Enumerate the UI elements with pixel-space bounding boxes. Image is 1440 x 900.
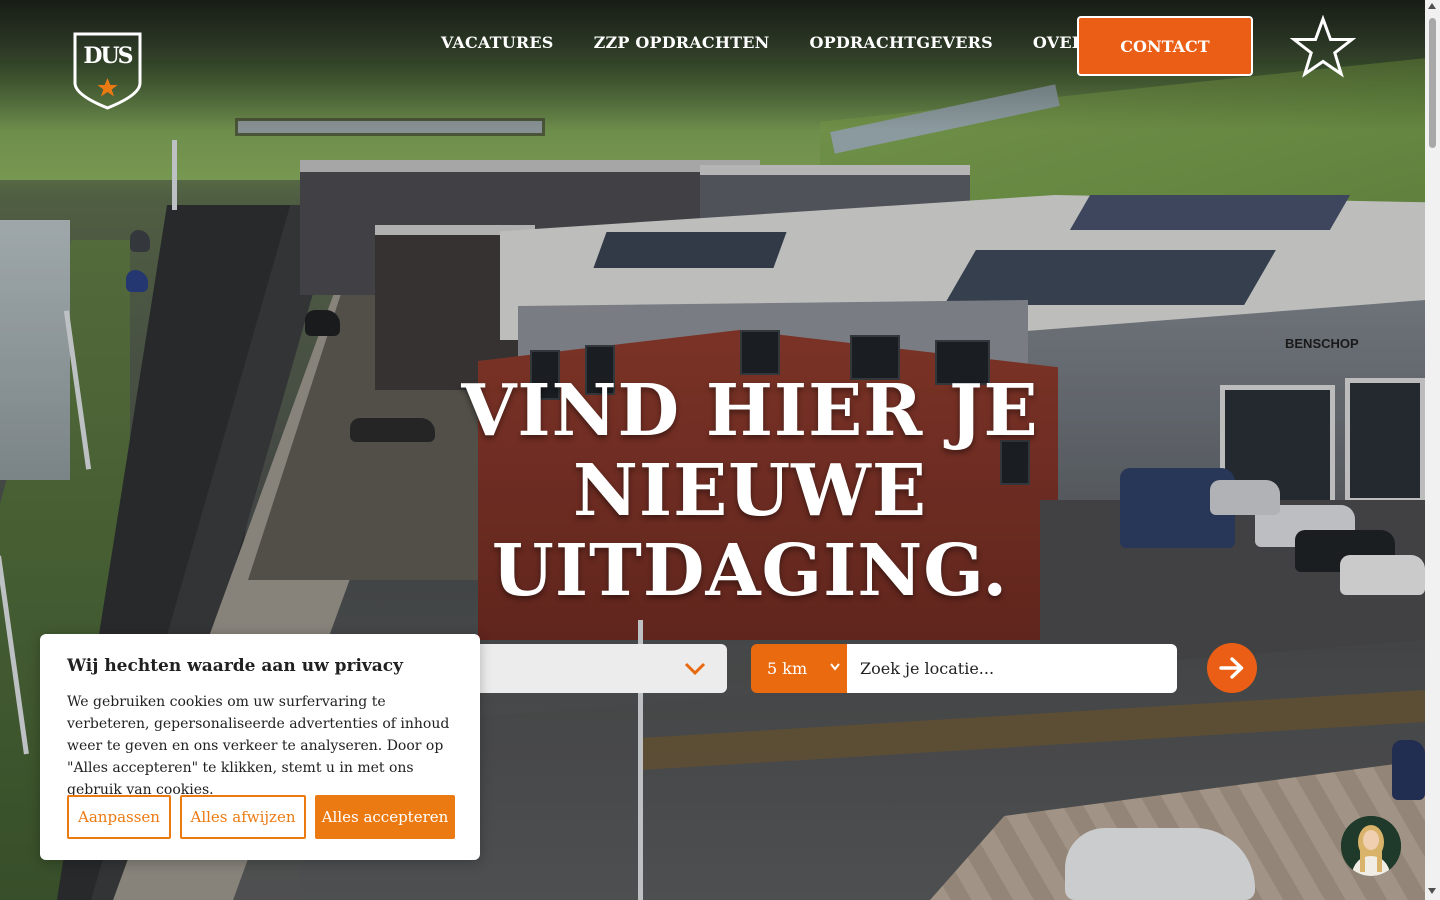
radius-select[interactable]: 5 km bbox=[751, 644, 847, 693]
arrow-right-icon bbox=[1219, 657, 1244, 679]
location-input[interactable] bbox=[847, 644, 1177, 693]
headline-line-1: VIND HIER JE bbox=[461, 368, 1039, 452]
nav-zzp-opdrachten[interactable]: ZZP OPDRACHTEN bbox=[594, 33, 770, 52]
scroll-up-arrow-icon[interactable] bbox=[1428, 3, 1436, 9]
chat-avatar-icon bbox=[1341, 816, 1401, 876]
cookie-reject-button[interactable]: Alles afwijzen bbox=[180, 795, 306, 839]
page-scrollbar[interactable] bbox=[1425, 0, 1440, 900]
dus-logo[interactable]: DUS bbox=[72, 31, 143, 110]
caret-down-icon bbox=[830, 663, 840, 671]
radius-value: 5 km bbox=[767, 659, 808, 678]
headline-line-3: UITDAGING. bbox=[491, 528, 1009, 612]
main-navigation: VACATURES ZZP OPDRACHTEN OPDRACHTGEVERS … bbox=[441, 33, 1171, 52]
cookie-title: Wij hechten waarde aan uw privacy bbox=[67, 656, 404, 676]
chat-widget-button[interactable] bbox=[1341, 816, 1401, 876]
contact-button[interactable]: CONTACT bbox=[1077, 16, 1253, 76]
cookie-customize-button[interactable]: Aanpassen bbox=[67, 795, 171, 839]
scrollbar-thumb[interactable] bbox=[1429, 18, 1436, 148]
cookie-accept-button[interactable]: Alles accepteren bbox=[315, 795, 455, 839]
favorites-button[interactable] bbox=[1289, 14, 1357, 79]
cookie-actions: Aanpassen Alles afwijzen Alles acceptere… bbox=[67, 795, 464, 839]
star-outline-icon bbox=[1289, 14, 1357, 78]
logo-text: DUS bbox=[83, 43, 132, 69]
nav-vacatures[interactable]: VACATURES bbox=[441, 33, 554, 52]
cookie-body: We gebruiken cookies om uw surfervaring … bbox=[67, 694, 450, 798]
search-submit-button[interactable] bbox=[1207, 643, 1257, 693]
nav-opdrachtgevers[interactable]: OPDRACHTGEVERS bbox=[809, 33, 992, 52]
function-select[interactable] bbox=[480, 644, 727, 693]
chevron-down-icon bbox=[684, 662, 706, 676]
shield-logo-icon: DUS bbox=[73, 32, 142, 110]
hero-headline: VIND HIER JE NIEUWE UITDAGING. bbox=[440, 370, 1060, 610]
cookie-consent-banner: Wij hechten waarde aan uw privacy We geb… bbox=[40, 634, 480, 860]
headline-line-2: NIEUWE bbox=[573, 448, 927, 532]
scroll-down-arrow-icon[interactable] bbox=[1428, 888, 1436, 894]
